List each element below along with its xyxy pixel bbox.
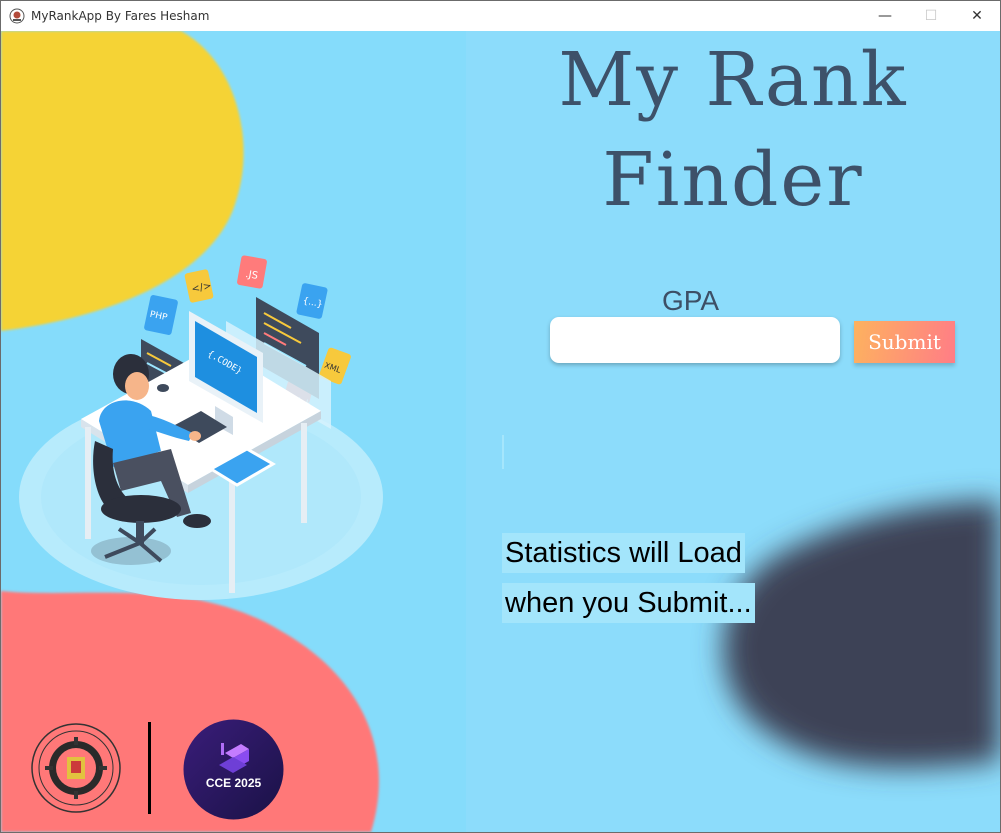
app-content: .JS </> {...} PHP XML C++ (1, 31, 1000, 832)
close-button[interactable]: ✕ (954, 1, 1000, 31)
window-controls: — ☐ ✕ (862, 1, 1000, 31)
submit-button[interactable]: Submit (854, 321, 955, 363)
maximize-button[interactable]: ☐ (908, 1, 954, 31)
empty-result-area (502, 435, 504, 469)
event-logo-text: CCE 2025 (205, 776, 262, 790)
app-title-line2: Finder (602, 137, 864, 223)
cce-badge-icon (183, 719, 284, 820)
event-logo: CCE 2025 (183, 719, 284, 820)
developer-illustration: .JS </> {...} PHP XML C++ (19, 255, 383, 600)
app-icon (9, 8, 25, 24)
stats-placeholder-line1: Statistics will Load (502, 533, 745, 573)
minimize-button[interactable]: — (862, 1, 908, 31)
app-title-line1: My Rank (558, 37, 908, 123)
window-title: MyRankApp By Fares Hesham (31, 9, 210, 23)
logo-divider (148, 722, 151, 814)
left-panel: .JS </> {...} PHP XML C++ (1, 31, 466, 832)
gpa-input[interactable] (550, 317, 840, 363)
gpa-label: GPA (662, 285, 720, 316)
right-panel: My Rank Finder GPA Submit Statistics wil… (466, 31, 1000, 832)
title-bar[interactable]: MyRankApp By Fares Hesham — ☐ ✕ (1, 1, 1000, 31)
stats-placeholder-line2: when you Submit... (502, 583, 755, 623)
university-seal-icon (31, 723, 121, 813)
university-logo (31, 723, 121, 813)
app-window: MyRankApp By Fares Hesham — ☐ ✕ .JS </> … (0, 0, 1001, 833)
svg-text:.JS: .JS (245, 269, 259, 282)
